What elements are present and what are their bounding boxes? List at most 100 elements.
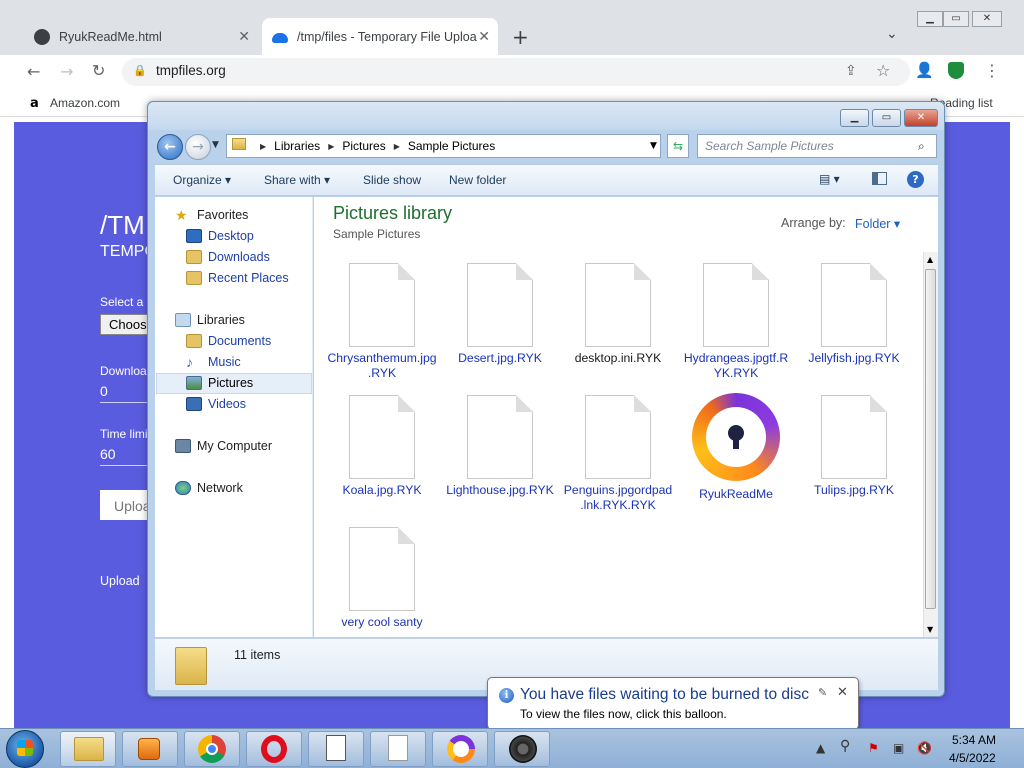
breadcrumb-libraries[interactable]: Libraries <box>274 139 320 153</box>
scroll-up-icon[interactable]: ▲ <box>927 255 933 264</box>
profile-icon[interactable]: 👤 <box>915 61 934 79</box>
cloud-upload-icon <box>272 32 288 43</box>
time-limit-label: Time limi <box>100 427 148 441</box>
breadcrumb-arrow-icon[interactable]: ▶ <box>260 142 266 151</box>
nav-desktop[interactable]: Desktop <box>186 229 254 243</box>
breadcrumb-arrow-icon[interactable]: ▶ <box>328 142 334 151</box>
share-icon[interactable]: ⇪ <box>845 63 857 79</box>
tab-search-icon[interactable]: ⌄ <box>886 26 898 42</box>
file-item[interactable]: Lighthouse.jpg.RYK <box>445 395 555 498</box>
file-item[interactable]: very cool santy <box>327 527 437 637</box>
breadcrumb-pictures[interactable]: Pictures <box>342 139 385 153</box>
nav-pictures[interactable]: Pictures <box>186 376 253 390</box>
file-item[interactable]: Jellyfish.jpg.RYK <box>799 263 909 366</box>
file-item[interactable]: RyukReadMe <box>681 393 791 502</box>
change-view-icon[interactable]: ▤ ▾ <box>819 172 840 186</box>
scrollbar-thumb[interactable] <box>925 269 936 609</box>
address-dropdown-icon[interactable]: ▼ <box>650 141 657 151</box>
speaker-icon <box>509 735 537 763</box>
slide-show-button[interactable]: Slide show <box>363 173 421 187</box>
upload-button[interactable]: Uploa <box>100 490 151 520</box>
choose-file-button[interactable]: Choos <box>100 314 150 335</box>
maximize-button[interactable]: ▭ <box>943 11 969 27</box>
arrange-by-label: Arrange by: <box>781 216 846 230</box>
show-hidden-icons-icon[interactable]: ▲ <box>816 741 825 755</box>
nav-videos[interactable]: Videos <box>186 397 246 411</box>
file-name: Lighthouse.jpg.RYK <box>446 483 554 497</box>
history-dropdown-icon[interactable]: ▼ <box>212 140 219 150</box>
select-file-label: Select a <box>100 295 144 309</box>
nav-label: Network <box>197 481 243 495</box>
nav-label: Favorites <box>197 208 249 222</box>
file-item[interactable]: Hydrangeas.jpgtf.RYK.RYK <box>681 263 791 381</box>
videos-icon <box>186 397 202 411</box>
bookmark-amazon[interactable]: Amazon.com <box>50 96 120 110</box>
help-icon[interactable]: ? <box>907 171 924 188</box>
volume-muted-icon[interactable]: 🔇 <box>917 741 932 755</box>
nav-favorites[interactable]: ★ Favorites <box>175 208 248 222</box>
organize-button[interactable]: Organize ▾ <box>173 173 231 187</box>
tab-close-icon[interactable]: ✕ <box>478 28 490 45</box>
forward-icon[interactable]: → <box>60 62 73 81</box>
nav-recent-places[interactable]: Recent Places <box>186 271 289 285</box>
clock-time[interactable]: 5:34 AM <box>952 733 996 747</box>
file-item[interactable]: Penguins.jpgordpad.lnk.RYK.RYK <box>563 395 673 513</box>
reload-icon[interactable]: ↻ <box>92 61 105 80</box>
clock-date[interactable]: 4/5/2022 <box>949 751 996 765</box>
explorer-maximize-button[interactable]: ▭ <box>872 109 901 127</box>
file-item[interactable]: Koala.jpg.RYK <box>327 395 437 498</box>
time-limit-input[interactable]: 60 <box>100 446 116 462</box>
file-name: Penguins.jpgordpad.lnk.RYK.RYK <box>563 483 673 512</box>
burn-disc-icon[interactable]: ⚲ <box>840 738 850 754</box>
nav-music[interactable]: ♪ Music <box>186 355 241 369</box>
nav-downloads[interactable]: Downloads <box>186 250 270 264</box>
close-button[interactable]: ✕ <box>972 11 1002 27</box>
lock-icon[interactable]: 🔒 <box>133 64 147 77</box>
search-placeholder: Search Sample Pictures <box>705 139 834 153</box>
file-item[interactable]: Tulips.jpg.RYK <box>799 395 909 498</box>
back-icon[interactable]: ← <box>27 62 40 81</box>
address-bar[interactable] <box>122 58 910 86</box>
shield-extension-icon[interactable] <box>948 62 964 79</box>
file-name: Tulips.jpg.RYK <box>814 483 894 497</box>
preview-pane-icon[interactable] <box>872 172 887 185</box>
nav-libraries[interactable]: Libraries <box>175 313 245 327</box>
file-item[interactable]: Chrysanthemum.jpg.RYK <box>327 263 437 381</box>
back-icon[interactable]: ← <box>157 134 183 160</box>
tab-ryukreadme[interactable]: RyukReadMe.html ✕ <box>24 18 258 55</box>
balloon-close-icon[interactable]: ✕ <box>837 685 848 700</box>
star-icon[interactable]: ☆ <box>876 61 890 80</box>
explorer-minimize-button[interactable]: ▁ <box>840 109 869 127</box>
forward-icon[interactable]: → <box>185 134 211 160</box>
new-folder-button[interactable]: New folder <box>449 173 506 187</box>
action-center-icon[interactable]: ⚑ <box>868 741 879 755</box>
refresh-icon[interactable]: ⇆ <box>667 134 689 158</box>
share-with-button[interactable]: Share with ▾ <box>264 173 330 187</box>
url-text[interactable]: tmpfiles.org <box>156 63 226 78</box>
menu-icon[interactable]: ⋮ <box>984 61 1000 80</box>
upload-link[interactable]: Upload <box>100 574 140 588</box>
nav-my-computer[interactable]: My Computer <box>175 439 272 453</box>
downloads-input[interactable]: 0 <box>100 383 108 399</box>
minimize-button[interactable]: ▁ <box>917 11 943 27</box>
balloon-title[interactable]: You have files waiting to be burned to d… <box>520 686 814 704</box>
nav-network[interactable]: Network <box>175 481 243 495</box>
search-icon[interactable]: ⌕ <box>918 139 925 154</box>
breadcrumb-sample-pictures[interactable]: Sample Pictures <box>408 139 495 153</box>
tab-close-icon[interactable]: ✕ <box>238 28 250 45</box>
balloon-text[interactable]: To view the files now, click this balloo… <box>520 707 727 721</box>
file-item[interactable]: Desert.jpg.RYK <box>445 263 555 366</box>
scroll-down-icon[interactable]: ▼ <box>927 625 933 634</box>
new-tab-button[interactable]: + <box>512 25 529 49</box>
nav-documents[interactable]: Documents <box>186 334 271 348</box>
explorer-titlebar[interactable] <box>148 102 944 130</box>
star-icon: ★ <box>175 207 188 223</box>
page-title: /TM <box>100 210 145 240</box>
explorer-close-button[interactable]: ✕ <box>904 109 938 127</box>
arrange-by-dropdown[interactable]: Folder ▾ <box>855 216 900 231</box>
network-tray-icon[interactable]: ▣ <box>893 741 904 755</box>
wrench-icon[interactable]: ✎ <box>818 686 827 699</box>
tab-tmpfiles[interactable]: /tmp/files - Temporary File Uploa ✕ <box>262 18 498 55</box>
file-item[interactable]: desktop.ini.RYK <box>563 263 673 366</box>
breadcrumb-arrow-icon[interactable]: ▶ <box>394 142 400 151</box>
